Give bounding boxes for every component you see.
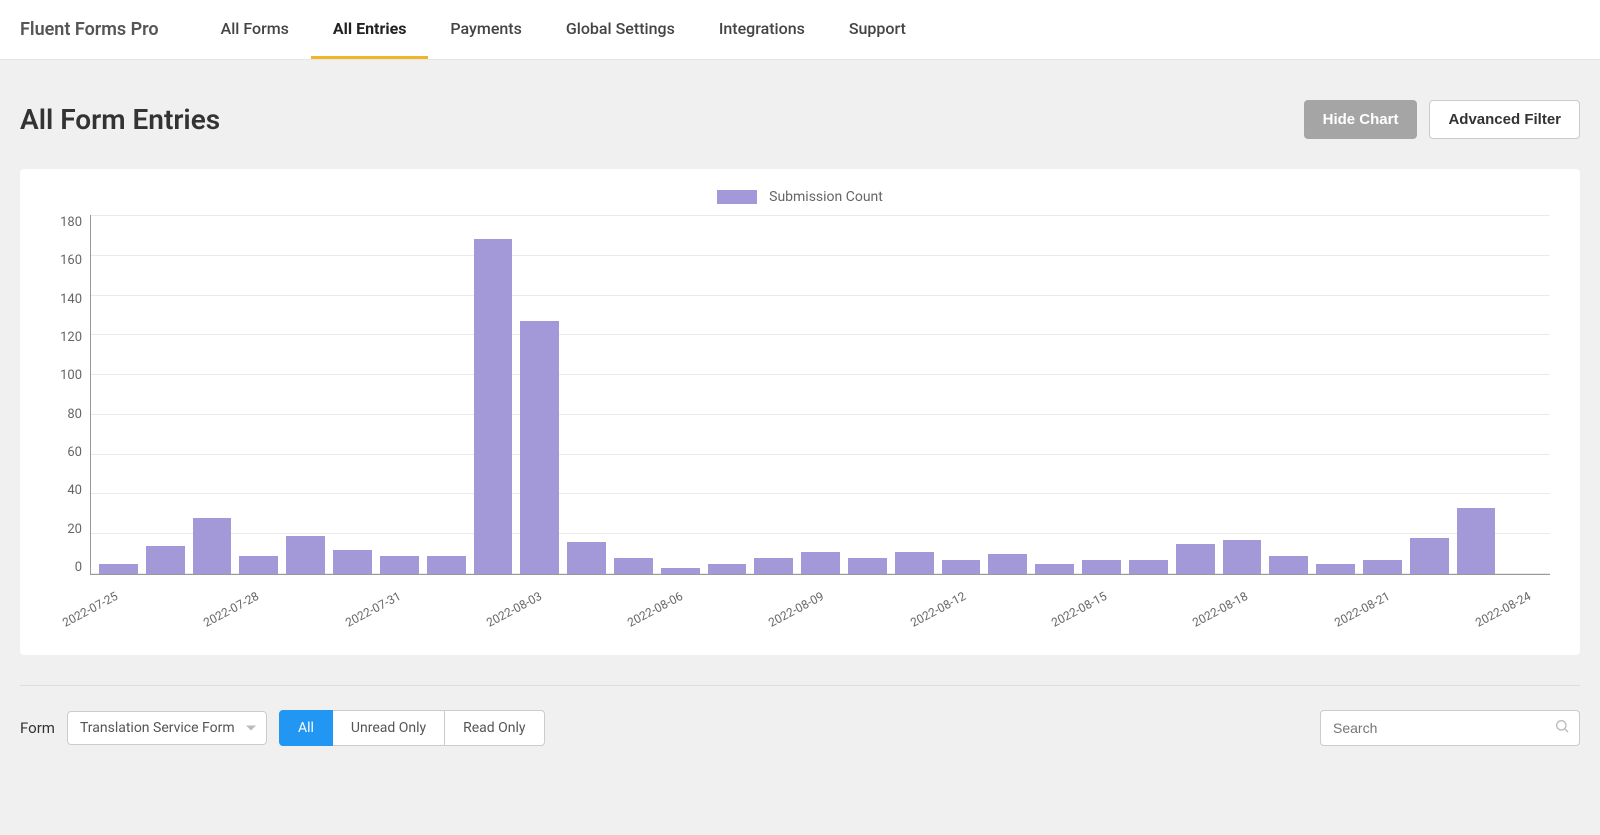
chart-x-axis: 2022-07-252022-07-282022-07-312022-08-03… — [90, 575, 1550, 625]
divider — [20, 685, 1580, 686]
search-input[interactable] — [1320, 710, 1580, 746]
legend-swatch — [717, 190, 757, 204]
bar — [333, 550, 372, 574]
y-tick: 40 — [67, 483, 82, 498]
bar — [239, 556, 278, 574]
chart-plot — [90, 215, 1550, 575]
y-tick: 180 — [60, 215, 82, 230]
x-tick: 2022-08-21 — [1332, 589, 1392, 630]
status-filter-group: AllUnread OnlyRead Only — [279, 710, 545, 746]
hide-chart-button[interactable]: Hide Chart — [1304, 100, 1418, 139]
bar — [99, 564, 138, 574]
header-actions: Hide Chart Advanced Filter — [1304, 100, 1580, 139]
x-tick: 2022-08-12 — [908, 589, 968, 630]
x-tick: 2022-08-09 — [766, 589, 826, 630]
bar — [1410, 538, 1449, 574]
nav-tabs: All FormsAll EntriesPaymentsGlobal Setti… — [199, 0, 928, 59]
filter-unread-only[interactable]: Unread Only — [333, 710, 445, 746]
bar — [895, 552, 934, 574]
bar — [661, 568, 700, 574]
x-tick: 2022-08-24 — [1473, 589, 1533, 630]
nav-tab-all-entries[interactable]: All Entries — [311, 0, 429, 59]
nav-tab-payments[interactable]: Payments — [428, 0, 543, 59]
bar — [848, 558, 887, 574]
x-tick: 2022-08-06 — [625, 589, 685, 630]
chart-legend: Submission Count — [50, 189, 1550, 205]
bar — [1035, 564, 1074, 574]
bar — [520, 321, 559, 574]
x-tick: 2022-08-18 — [1190, 589, 1250, 630]
y-tick: 80 — [67, 407, 82, 422]
bar — [988, 554, 1027, 574]
y-tick: 100 — [60, 368, 82, 383]
x-tick: 2022-08-03 — [484, 589, 544, 630]
y-tick: 0 — [75, 560, 82, 575]
y-tick: 60 — [67, 445, 82, 460]
legend-label: Submission Count — [769, 189, 883, 205]
x-tick: 2022-07-28 — [201, 589, 261, 630]
bar — [1082, 560, 1121, 574]
bar — [1223, 540, 1262, 574]
chart-area: 180 160 140 120 100 80 60 40 20 0 2022-07-252022-… — [50, 215, 1550, 625]
nav-tab-all-forms[interactable]: All Forms — [199, 0, 311, 59]
bar — [474, 239, 513, 574]
chart-card: Submission Count 180 160 140 120 100 80 60 40 20… — [20, 169, 1580, 655]
search-wrap — [1320, 710, 1580, 746]
y-tick: 20 — [67, 522, 82, 537]
nav-tab-integrations[interactable]: Integrations — [697, 0, 827, 59]
bar — [286, 536, 325, 574]
nav-tab-global-settings[interactable]: Global Settings — [544, 0, 697, 59]
x-tick: 2022-08-15 — [1049, 589, 1109, 630]
form-select-label: Form — [20, 719, 55, 737]
chart-y-axis: 180 160 140 120 100 80 60 40 20 0 — [50, 215, 90, 575]
bar — [193, 518, 232, 574]
bar — [1129, 560, 1168, 574]
filters-row: Form Translation Service Form AllUnread … — [20, 710, 1580, 746]
bar — [708, 564, 747, 574]
y-tick: 140 — [60, 292, 82, 307]
y-tick: 160 — [60, 253, 82, 268]
bar — [146, 546, 185, 574]
bar — [1316, 564, 1355, 574]
bar — [801, 552, 840, 574]
bar — [427, 556, 466, 574]
x-tick: 2022-07-25 — [60, 589, 120, 630]
filter-all[interactable]: All — [279, 710, 333, 746]
bar — [380, 556, 419, 574]
chart-bars — [91, 215, 1550, 574]
bar — [1363, 560, 1402, 574]
filters-left: Form Translation Service Form AllUnread … — [20, 710, 545, 746]
page-title: All Form Entries — [20, 103, 220, 136]
bar — [1457, 508, 1496, 574]
top-nav: Fluent Forms Pro All FormsAll EntriesPay… — [0, 0, 1600, 60]
bar — [1176, 544, 1215, 574]
bar — [614, 558, 653, 574]
nav-tab-support[interactable]: Support — [827, 0, 928, 59]
bar — [567, 542, 606, 574]
page-header: All Form Entries Hide Chart Advanced Fil… — [20, 100, 1580, 139]
bar — [1269, 556, 1308, 574]
filter-read-only[interactable]: Read Only — [445, 710, 544, 746]
advanced-filter-button[interactable]: Advanced Filter — [1429, 100, 1580, 139]
search-icon — [1554, 718, 1570, 738]
x-tick: 2022-07-31 — [343, 589, 403, 630]
bar — [754, 558, 793, 574]
form-select[interactable]: Translation Service Form — [67, 711, 267, 745]
bar — [942, 560, 981, 574]
brand-title: Fluent Forms Pro — [20, 19, 159, 40]
y-tick: 120 — [60, 330, 82, 345]
